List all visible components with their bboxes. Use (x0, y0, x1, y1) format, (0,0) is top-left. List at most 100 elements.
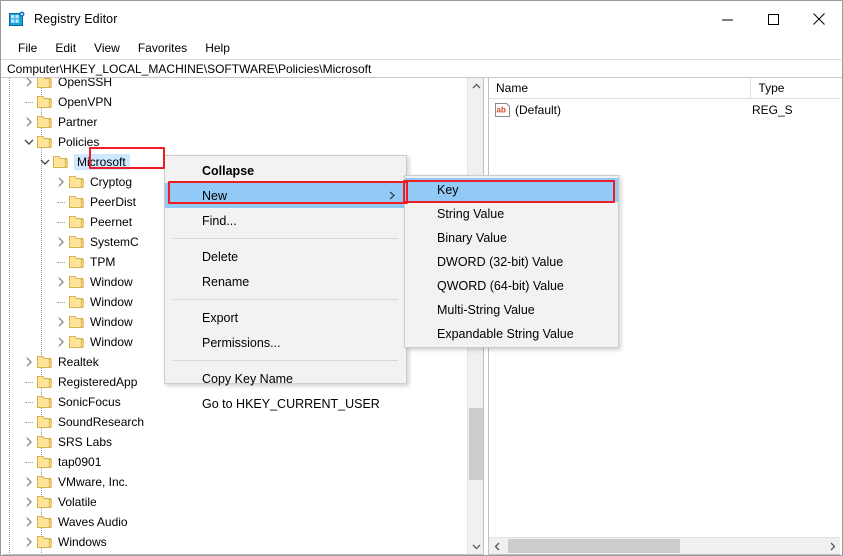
tree-connector (21, 412, 37, 432)
chevron-right-icon[interactable] (53, 332, 69, 352)
submenu-item-label: Key (437, 183, 459, 197)
tree-item-label: Microsoft (74, 154, 130, 170)
tree-item-openvpn[interactable]: OpenVPN (3, 92, 468, 112)
submenu-item-qword-64-bit-value[interactable]: QWORD (64-bit) Value (405, 274, 618, 298)
column-header-type[interactable]: Type (751, 78, 840, 99)
submenu-item-binary-value[interactable]: Binary Value (405, 226, 618, 250)
context-menu-item-label: Copy Key Name (202, 371, 294, 386)
context-menu-item-delete[interactable]: Delete (165, 244, 406, 269)
scroll-up-icon[interactable] (468, 78, 483, 95)
tree-item-label: Window (90, 275, 133, 289)
context-menu-item-find[interactable]: Find... (165, 208, 406, 233)
submenu-item-key[interactable]: Key (405, 178, 618, 202)
tree-item-label: OpenVPN (58, 95, 113, 109)
tree-connector (53, 192, 69, 212)
context-menu-item-new[interactable]: New (165, 183, 406, 208)
chevron-right-icon[interactable] (21, 472, 37, 492)
chevron-right-icon[interactable] (53, 272, 69, 292)
tree-item-label: tap0901 (58, 455, 102, 469)
chevron-right-icon[interactable] (53, 312, 69, 332)
tree-item-label: SystemC (90, 235, 139, 249)
context-menu-separator (173, 360, 398, 361)
chevron-right-icon[interactable] (21, 492, 37, 512)
context-menu-item-label: Go to HKEY_CURRENT_USER (202, 396, 380, 411)
window-controls (704, 1, 842, 37)
scroll-left-icon[interactable] (489, 538, 506, 554)
menu-bar: File Edit View Favorites Help (1, 37, 842, 59)
tree-item-label: Waves Audio (58, 515, 128, 529)
chevron-right-icon[interactable] (21, 432, 37, 452)
address-bar[interactable]: Computer\HKEY_LOCAL_MACHINE\SOFTWARE\Pol… (1, 59, 842, 78)
chevron-right-icon[interactable] (21, 512, 37, 532)
tree-item-srs-labs[interactable]: SRS Labs (3, 432, 468, 452)
folder-icon (37, 375, 53, 389)
tree-item-label: Peernet (90, 215, 133, 229)
tree-connector (21, 552, 37, 554)
tree-item-partner[interactable]: Partner (3, 112, 468, 132)
submenu-item-label: QWORD (64-bit) Value (437, 279, 564, 293)
tree-item-waves-audio[interactable]: Waves Audio (3, 512, 468, 532)
tree-item-label: Cryptog (90, 175, 133, 189)
submenu-item-label: String Value (437, 207, 505, 221)
values-hscroll-thumb[interactable] (508, 539, 680, 553)
maximize-button[interactable] (750, 1, 796, 37)
tree-item-openssh[interactable]: OpenSSH (3, 78, 468, 92)
column-header-name[interactable]: Name (489, 78, 752, 99)
context-menu-separator (173, 299, 398, 300)
chevron-right-icon[interactable] (53, 172, 69, 192)
tree-connector (21, 392, 37, 412)
folder-icon (37, 95, 53, 109)
menu-favorites[interactable]: Favorites (129, 39, 196, 57)
chevron-down-icon[interactable] (21, 132, 37, 152)
folder-icon (53, 155, 69, 169)
submenu-item-multi-string-value[interactable]: Multi-String Value (405, 298, 618, 322)
registry-editor-window: Registry Editor File Edit View Favorites… (0, 0, 843, 556)
scroll-right-icon[interactable] (824, 538, 840, 554)
submenu-item-expandable-string-value[interactable]: Expandable String Value (405, 322, 618, 346)
value-row-default[interactable]: ab (Default) REG_S (489, 99, 840, 120)
scroll-down-icon[interactable] (468, 538, 483, 554)
submenu-item-string-value[interactable]: String Value (405, 202, 618, 226)
values-hscroll-track[interactable] (506, 538, 824, 554)
folder-icon (69, 295, 85, 309)
folder-icon (37, 475, 53, 489)
tree-item-policies[interactable]: Policies (3, 132, 468, 152)
context-menu-item-export[interactable]: Export (165, 305, 406, 330)
context-menu-item-collapse[interactable]: Collapse (165, 158, 406, 183)
folder-icon (69, 335, 85, 349)
context-menu-item-go-to-hkey-current-user[interactable]: Go to HKEY_CURRENT_USER (165, 391, 406, 416)
folder-icon (69, 315, 85, 329)
minimize-button[interactable] (704, 1, 750, 37)
tree-scroll-thumb[interactable] (469, 408, 483, 480)
menu-help[interactable]: Help (196, 39, 239, 57)
tree-connector (21, 452, 37, 472)
tree-item-vmware-inc[interactable]: VMware, Inc. (3, 472, 468, 492)
context-menu[interactable]: Collapse New Find... Delete Rename Export Perm… (164, 155, 407, 411)
menu-view[interactable]: View (85, 39, 129, 57)
tree-item-volatile[interactable]: Volatile (3, 492, 468, 512)
context-menu-item-permissions[interactable]: Permissions... (165, 330, 406, 355)
menu-file[interactable]: File (9, 39, 46, 57)
folder-icon (37, 135, 53, 149)
chevron-right-icon[interactable] (53, 232, 69, 252)
chevron-right-icon[interactable] (21, 352, 37, 372)
chevron-down-icon[interactable] (37, 152, 53, 172)
tree-item-label: VMware, Inc. (58, 475, 129, 489)
context-menu-item-rename[interactable]: Rename (165, 269, 406, 294)
submenu-item-dword-32-bit-value[interactable]: DWORD (32-bit) Value (405, 250, 618, 274)
chevron-right-icon[interactable] (21, 532, 37, 552)
tree-item-wintun[interactable]: Wintun (3, 552, 468, 554)
new-submenu[interactable]: Key String Value Binary Value DWORD (32-bit… (404, 175, 619, 348)
context-menu-separator (173, 238, 398, 239)
chevron-right-icon[interactable] (21, 112, 37, 132)
submenu-item-label: Binary Value (437, 231, 507, 245)
tree-item-label: Windows (58, 535, 107, 549)
context-menu-item-copy-key-name[interactable]: Copy Key Name (165, 366, 406, 391)
folder-icon (69, 195, 85, 209)
menu-edit[interactable]: Edit (46, 39, 85, 57)
close-button[interactable] (796, 1, 842, 37)
chevron-right-icon[interactable] (21, 78, 37, 92)
tree-item-windows[interactable]: Windows (3, 532, 468, 552)
values-horizontal-scrollbar[interactable] (489, 537, 840, 554)
tree-item-tap0901[interactable]: tap0901 (3, 452, 468, 472)
